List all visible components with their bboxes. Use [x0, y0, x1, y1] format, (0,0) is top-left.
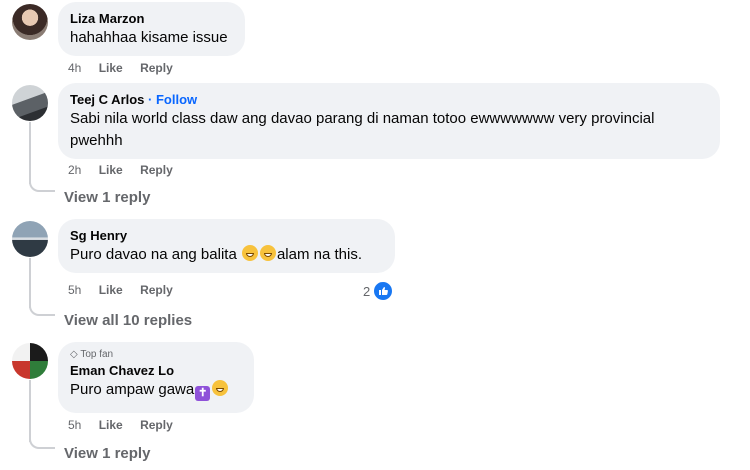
like-button[interactable]: Like	[99, 283, 123, 297]
avatar[interactable]	[12, 85, 48, 121]
thread-connector	[29, 437, 55, 449]
comment-actions: 4h Like Reply	[68, 61, 187, 75]
comment-author[interactable]: Teej C Arlos	[70, 92, 144, 107]
comment-text: Puro davao na ang balita	[70, 246, 237, 263]
comment-bubble: Sg Henry Puro davao na ang balita alam n…	[58, 219, 395, 273]
reply-button[interactable]: Reply	[140, 283, 173, 297]
follow-link[interactable]: · Follow	[148, 92, 197, 107]
comment-bubble: Liza Marzon hahahhaa kisame issue	[58, 2, 245, 56]
grimacing-face-icon	[212, 380, 229, 396]
thread-line	[29, 122, 31, 184]
like-button[interactable]: Like	[99, 163, 123, 177]
comment-author[interactable]: Sg Henry	[70, 227, 383, 244]
comment-text: Sabi nila world class daw ang davao para…	[70, 110, 655, 149]
comment-actions: 5h Like Reply	[68, 283, 187, 297]
comment-time[interactable]: 4h	[68, 61, 81, 75]
thread-connector	[29, 304, 55, 316]
comment-text-row: Puro ampaw gawa ✝	[70, 379, 242, 401]
comment-actions: 5h Like Reply	[68, 418, 187, 432]
comment-author[interactable]: Eman Chavez Lo	[70, 362, 242, 379]
avatar[interactable]	[12, 4, 48, 40]
thread-line	[29, 258, 31, 308]
grinning-face-icon	[259, 245, 276, 261]
reply-button[interactable]: Reply	[140, 61, 173, 75]
avatar[interactable]	[12, 221, 48, 257]
comment-author-row: Teej C Arlos · Follow	[70, 91, 708, 108]
comment-text-row: Puro davao na ang balita alam na this.	[70, 244, 383, 266]
top-fan-badge: Top fan	[80, 349, 114, 360]
like-button[interactable]: Like	[99, 418, 123, 432]
reply-button[interactable]: Reply	[140, 418, 173, 432]
diamond-icon: ◇	[70, 349, 78, 360]
comment-bubble: ◇ Top fan Eman Chavez Lo Puro ampaw gawa…	[58, 342, 254, 413]
comment-author[interactable]: Liza Marzon	[70, 10, 233, 27]
thread-line	[29, 380, 31, 442]
comment-time[interactable]: 2h	[68, 163, 81, 177]
comment-text: Puro ampaw gawa	[70, 381, 195, 398]
comment-text-end: alam na this.	[276, 246, 363, 263]
view-replies-link[interactable]: View all 10 replies	[64, 312, 192, 329]
view-replies-link[interactable]: View 1 reply	[64, 189, 150, 206]
comment-actions: 2h Like Reply	[68, 163, 187, 177]
comment-bubble: Teej C Arlos · Follow Sabi nila world cl…	[58, 83, 720, 159]
comment-time[interactable]: 5h	[68, 418, 81, 432]
thread-connector	[29, 180, 55, 192]
reply-button[interactable]: Reply	[140, 163, 173, 177]
top-fan-badge-row: ◇ Top fan	[70, 348, 242, 362]
like-button[interactable]: Like	[99, 61, 123, 75]
grinning-face-icon	[241, 245, 258, 261]
comment-time[interactable]: 5h	[68, 283, 81, 297]
comment-text: hahahhaa kisame issue	[70, 29, 228, 46]
avatar[interactable]	[12, 343, 48, 379]
thumbs-up-icon	[372, 280, 395, 302]
view-replies-link[interactable]: View 1 reply	[64, 445, 150, 462]
reaction-count: 2	[363, 283, 371, 299]
latin-cross-icon: ✝	[195, 386, 211, 401]
reaction-badge[interactable]: 2	[363, 280, 395, 302]
